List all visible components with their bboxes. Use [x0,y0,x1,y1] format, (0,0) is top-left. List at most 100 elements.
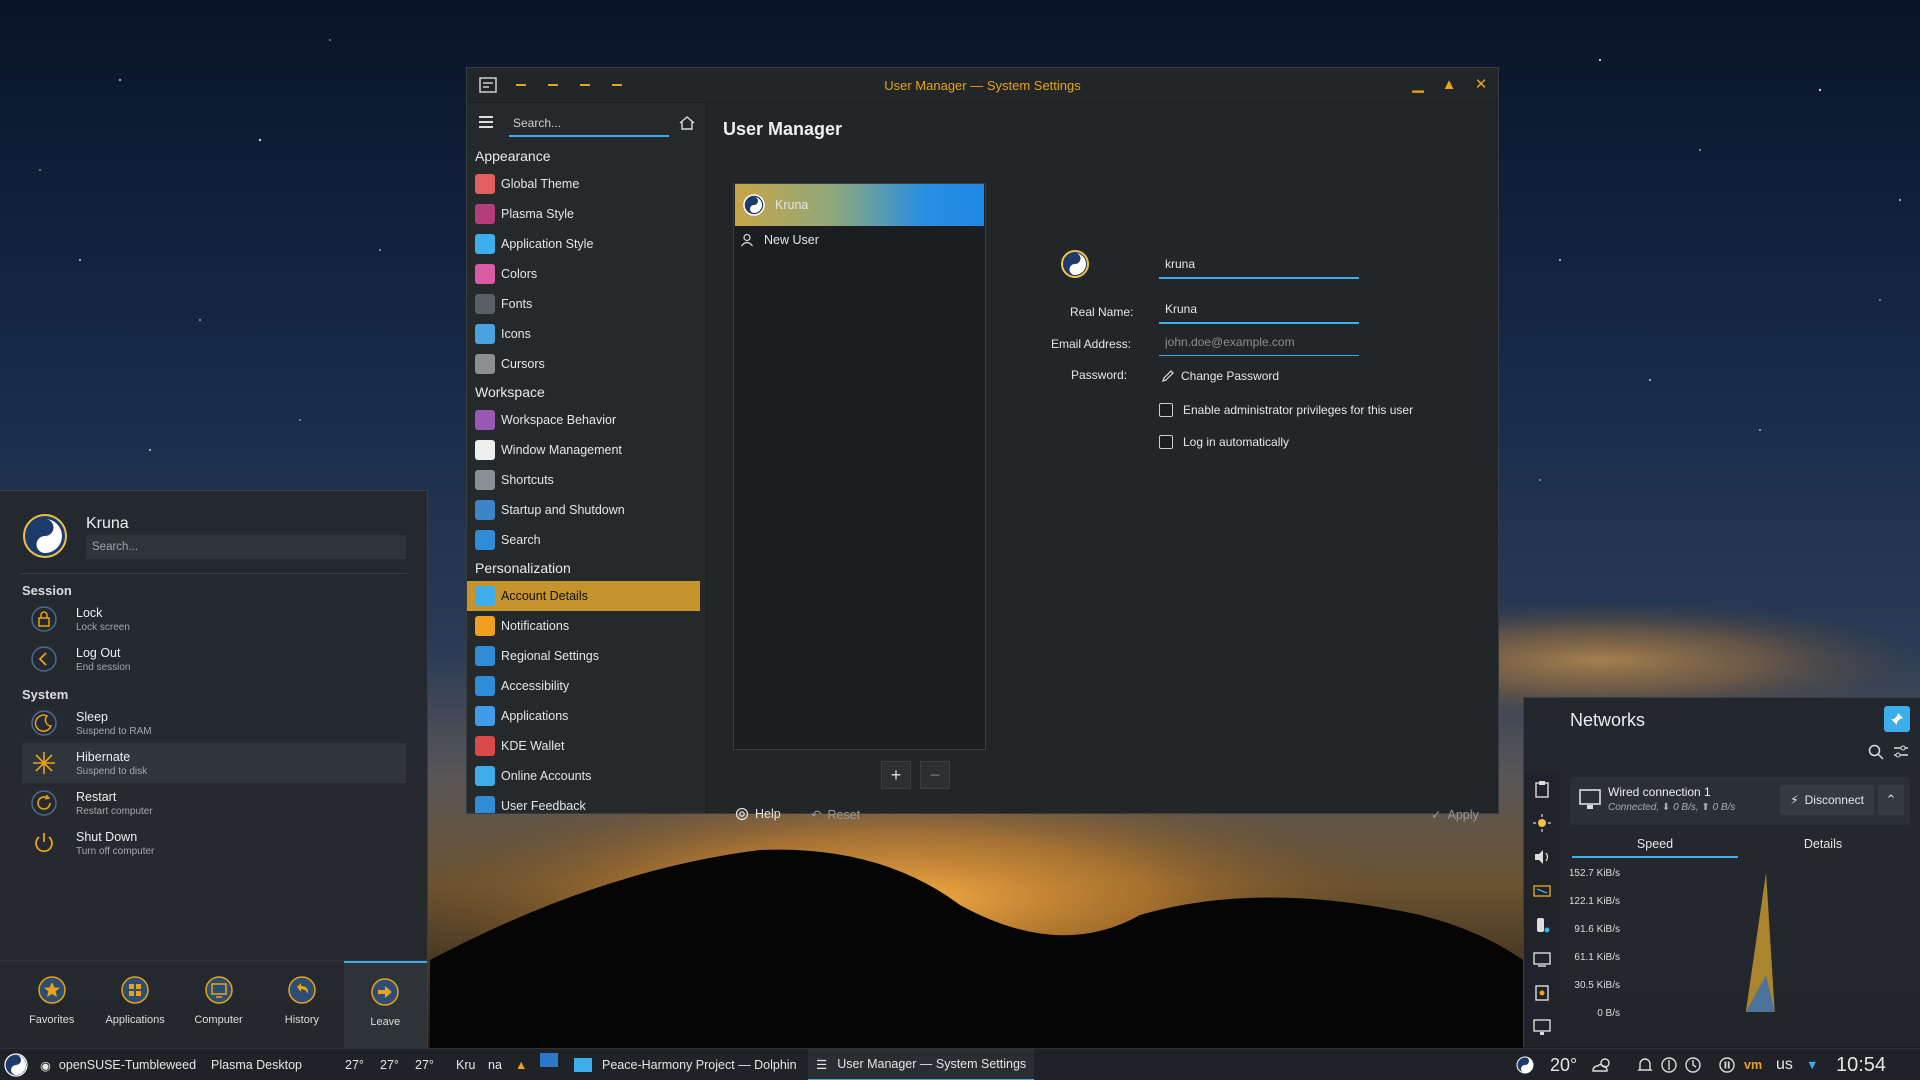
launcher-search-input[interactable] [86,535,406,559]
sidebar-item-startup-and-shutdown[interactable]: Startup and Shutdown [467,495,706,525]
wired-connection-item[interactable]: Wired connection 1 Connected, ⬇ 0 B/s, ⬆… [1570,777,1910,825]
home-icon[interactable] [679,116,695,130]
user-row-kruna[interactable]: Kruna [735,184,984,226]
user-label-part-2[interactable]: na [488,1049,502,1080]
monitor-network-icon[interactable] [1533,1018,1551,1036]
tab-leave[interactable]: Leave [343,961,428,1049]
brightness-icon[interactable] [1533,814,1551,832]
keyboard-layout[interactable]: us [1776,1049,1793,1080]
user-row-new-user[interactable]: New User [734,226,985,254]
temperature-2[interactable]: 27° [380,1049,399,1080]
remove-user-button[interactable]: − [920,761,950,789]
vmware-icon[interactable]: vm [1744,1049,1762,1080]
checkbox-box[interactable] [1159,435,1173,449]
pager-desktop-icon[interactable] [540,1049,558,1080]
collapse-chevron-icon[interactable]: ⌃ [1878,785,1904,815]
sidebar-item-fonts[interactable]: Fonts [467,289,706,319]
launcher-button[interactable] [4,1049,28,1080]
sidebar-item-online-accounts[interactable]: Online Accounts [467,761,706,791]
sidebar-item-search[interactable]: Search [467,525,706,555]
pause-media-icon[interactable] [1718,1056,1736,1074]
temperature-3[interactable]: 27° [415,1049,434,1080]
sidebar-item-global-theme[interactable]: Global Theme [467,169,706,199]
sidebar-item-kde-wallet[interactable]: KDE Wallet [467,731,706,761]
fonts-icon [475,294,495,314]
tab-speed[interactable]: Speed [1572,830,1738,858]
sleep-button[interactable]: Sleep Suspend to RAM [22,703,406,743]
lock-icon [31,606,57,632]
autologin-checkbox[interactable]: Log in automatically [1159,435,1289,449]
user-avatar-icon[interactable] [1060,249,1090,279]
sidebar-item-plasma-style[interactable]: Plasma Style [467,199,706,229]
user-label-part-1[interactable]: Kru [456,1049,475,1080]
hamburger-menu-icon[interactable] [479,116,493,131]
username-field[interactable] [1159,251,1359,279]
tab-favorites[interactable]: Favorites [10,961,93,1049]
notification-bell-icon[interactable] [1636,1056,1654,1074]
desktop-label[interactable]: Plasma Desktop [211,1049,302,1080]
sidebar-item-user-feedback[interactable]: User Feedback [467,791,706,813]
sidebar-item-account-details[interactable]: Account Details [467,581,700,611]
help-button[interactable]: Help [727,803,789,825]
volume-icon[interactable] [1533,848,1551,866]
opensuse-tray-icon[interactable] [1516,1056,1534,1074]
window-titlebar[interactable]: User Manager — System Settings ▁ ▲ ✕ [467,68,1498,103]
reset-button[interactable]: ↶ Reset [803,803,868,826]
real-name-field[interactable] [1159,296,1359,324]
tab-applications[interactable]: Applications [93,961,176,1049]
admin-privileges-checkbox[interactable]: Enable administrator privileges for this… [1159,403,1413,417]
search-icon[interactable] [1867,743,1885,761]
distro-info[interactable]: ◉ openSUSE-Tumbleweed [40,1049,196,1080]
sidebar-item-label: Application Style [501,237,594,251]
network-card-icon[interactable] [1533,882,1551,900]
task-system-settings[interactable]: ☰ User Manager — System Settings [808,1049,1035,1080]
power-profile-icon[interactable] [1684,1056,1702,1074]
weather-temperature[interactable]: 20° [1550,1049,1577,1080]
sidebar-item-icons[interactable]: Icons [467,319,706,349]
change-password-button[interactable]: Change Password [1161,362,1279,390]
sidebar-item-cursors[interactable]: Cursors [467,349,706,379]
expand-up-icon[interactable]: ▲ [515,1049,527,1080]
filter-icon[interactable] [1892,743,1910,761]
disconnect-button[interactable]: ⚡ Disconnect [1780,785,1874,815]
restart-button[interactable]: Restart Restart computer [22,783,406,823]
minimize-button[interactable]: ▁ [1409,76,1427,94]
logout-button[interactable]: Log Out End session [22,639,406,679]
weather-cloud-sun-icon[interactable] [1590,1056,1614,1074]
sidebar-item-notifications[interactable]: Notifications [467,611,706,641]
launcher-avatar[interactable] [22,513,68,559]
close-button[interactable]: ✕ [1472,76,1490,94]
tray-expand-icon[interactable]: ▼ [1806,1049,1818,1080]
sidebar-item-shortcuts[interactable]: Shortcuts [467,465,706,495]
sidebar-item-workspace-behavior[interactable]: Workspace Behavior [467,405,706,435]
kde-connect-icon[interactable] [1660,1056,1678,1074]
user-avatar-icon [743,194,765,216]
clipboard-icon[interactable] [1533,780,1551,798]
maximize-button[interactable]: ▲ [1440,76,1458,94]
sidebar-item-applications[interactable]: Applications [467,701,706,731]
tab-computer[interactable]: Computer [177,961,260,1049]
lock-title: Lock [76,605,103,620]
sidebar-item-colors[interactable]: Colors [467,259,706,289]
email-field[interactable] [1159,328,1359,356]
apply-button[interactable]: ✓ Apply [1423,803,1487,826]
add-user-button[interactable]: + [881,761,911,789]
checkbox-box[interactable] [1159,403,1173,417]
sidebar-item-accessibility[interactable]: Accessibility [467,671,706,701]
sidebar-item-regional-settings[interactable]: Regional Settings [467,641,706,671]
hibernate-button[interactable]: Hibernate Suspend to disk [22,743,406,783]
sidebar-item-application-style[interactable]: Application Style [467,229,706,259]
usb-device-icon[interactable] [1533,916,1551,934]
sidebar-search-input[interactable] [509,111,669,137]
clock[interactable]: 10:54 [1836,1049,1886,1080]
task-dolphin[interactable]: Peace-Harmony Project — Dolphin [566,1049,805,1080]
sidebar-item-window-management[interactable]: Window Management [467,435,706,465]
tab-details[interactable]: Details [1738,830,1908,858]
temperature-1[interactable]: 27° [345,1049,364,1080]
shutdown-button[interactable]: Shut Down Turn off computer [22,823,406,863]
display-icon[interactable] [1533,950,1551,968]
tab-history[interactable]: History [260,961,343,1049]
lock-button[interactable]: Lock Lock screen [22,599,406,639]
pin-button[interactable] [1884,706,1910,732]
clipboard-notes-icon[interactable] [1533,984,1551,1002]
